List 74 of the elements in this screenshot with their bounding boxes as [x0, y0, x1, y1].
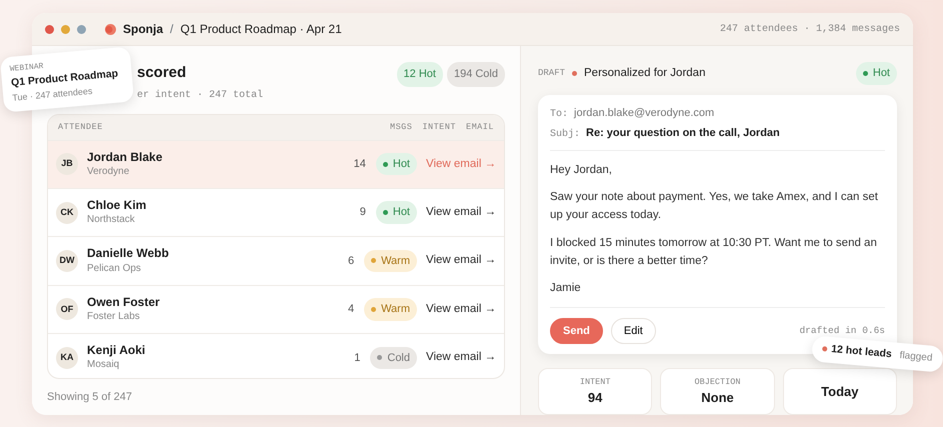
toast-title: 12 hot leads — [830, 342, 892, 362]
message-count: 1 — [354, 350, 360, 366]
view-email-link[interactable]: View email → — [426, 252, 494, 270]
status-dot — [572, 70, 578, 76]
attendee-row[interactable]: OF Owen Foster Foster Labs 4 Warm View email → — [48, 284, 504, 334]
recipient-email: jordan.blake@verodyne.com — [574, 106, 714, 118]
attendee-row[interactable]: CK Chloe Kim Northstack 9 Hot View email → — [48, 188, 504, 236]
company-name: Pelican Ops — [87, 262, 142, 276]
draft-label: DRAFT — [538, 66, 566, 80]
view-email-link[interactable]: View email → — [426, 204, 494, 222]
intent-badge: Warm — [364, 298, 417, 321]
email-paragraph: Jamie — [550, 281, 582, 296]
attendee-row[interactable]: KA Kenji Aoki Mosaiq 1 Cold View email → — [48, 333, 504, 378]
stat-label: OBJECTION — [694, 376, 740, 388]
company-name: Northstack — [87, 213, 136, 228]
stat-value: None — [701, 389, 734, 408]
list-subheading: er intent · 247 total — [137, 88, 264, 102]
brand-name: Sponja — [123, 21, 164, 38]
attendee-name: Jordan Blake — [87, 150, 164, 164]
message-count: 14 — [354, 156, 366, 172]
count-badge: 12 Hot — [396, 62, 443, 86]
company-name: Mosaiq — [87, 358, 120, 372]
email-paragraph: I blocked 15 minutes tomorrow at 10:30 PT. Want me to send an invite, or is there a better time? — [550, 236, 878, 270]
edit-button[interactable]: Edit — [610, 318, 656, 344]
column-header: INTENT — [422, 120, 456, 134]
avatar: OF — [56, 298, 78, 320]
field-label: To: — [550, 108, 568, 120]
view-email-link[interactable]: View email → — [426, 300, 494, 318]
intent-badge: Cold — [370, 346, 417, 369]
avatar: CK — [56, 202, 78, 224]
window-control[interactable] — [45, 24, 54, 34]
summary-text: 247 attendees · 1,384 messages — [720, 22, 900, 36]
intent-badge: Warm — [364, 250, 417, 272]
toast-note: flagged — [898, 349, 933, 366]
intent-badge: Hot — [376, 152, 417, 176]
column-header: MSGS — [390, 120, 412, 134]
stat-value: Today — [821, 383, 858, 402]
stat-label: INTENT — [580, 376, 610, 388]
attendee-name: Kenji Aoki — [87, 343, 146, 358]
company-name: Foster Labs — [87, 310, 141, 324]
list-heading: scored — [137, 63, 188, 83]
view-email-link[interactable]: View email → — [426, 349, 494, 366]
card-eyebrow: WEBINAR — [9, 61, 45, 74]
attendee-name: Owen Foster — [87, 294, 161, 310]
attendee-row[interactable]: JB Jordan Blake Verodyne 14 Hot View email → — [48, 140, 504, 188]
message-count: 9 — [360, 205, 366, 220]
window-control[interactable] — [61, 24, 70, 34]
avatar: JB — [56, 153, 78, 176]
email-paragraph: Saw your note about payment. Yes, we take Amex, and I can set up your access today. — [550, 190, 879, 224]
avatar: DW — [56, 250, 78, 272]
status-dot — [822, 346, 828, 352]
field-label: Subj: — [550, 128, 580, 140]
breadcrumb-separator: / — [170, 21, 174, 38]
message-count: 4 — [348, 302, 354, 318]
window-title: Q1 Product Roadmap · Apr 21 — [180, 21, 342, 38]
attendee-name: Danielle Webb — [87, 246, 170, 261]
attendee-row[interactable]: DW Danielle Webb Pelican Ops 6 Warm View email → — [48, 236, 504, 285]
column-header: ATTENDEE — [58, 120, 104, 134]
intent-badge: Hot — [856, 62, 897, 84]
window-control[interactable] — [77, 24, 86, 34]
attendee-name: Chloe Kim — [87, 198, 148, 212]
column-header: EMAIL — [466, 120, 494, 134]
logo-icon — [105, 24, 116, 34]
footer-text: Showing 5 of 247 — [47, 390, 134, 404]
email-paragraph: Hey Jordan, — [550, 162, 614, 178]
message-count: 6 — [348, 254, 354, 269]
company-name: Verodyne — [87, 164, 130, 179]
stat-value: 94 — [588, 389, 602, 408]
draft-title: Personalized for Jordan — [584, 66, 706, 81]
timing-text: drafted in 0.6s — [799, 324, 885, 338]
avatar: KA — [56, 346, 78, 369]
count-badge: 194 Cold — [446, 62, 505, 86]
intent-badge: Hot — [376, 201, 417, 224]
subject-text: Re: your question on the call, Jordan — [586, 126, 780, 138]
